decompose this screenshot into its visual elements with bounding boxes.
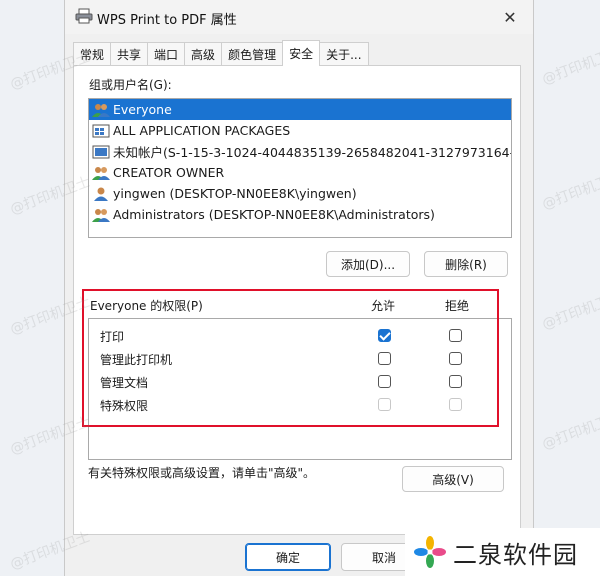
deny-checkbox[interactable] [449, 352, 462, 365]
deny-checkbox [449, 398, 462, 411]
allow-column-label: 允许 [371, 299, 396, 313]
user-name: 未知帐户(S-1-15-3-1024-4044835139-2658482041… [113, 145, 512, 160]
ok-button[interactable]: 确定 [245, 543, 331, 571]
permissions-list: 打印管理此打印机 管理文档特殊权限 [88, 318, 512, 460]
permissions-header: Everyone 的权限(P) 允许 拒绝 [88, 293, 508, 313]
title-bar: WPS Print to PDF 属性 ✕ [65, 0, 533, 34]
permission-name: 管理文档 [100, 376, 149, 390]
user-name: Everyone [113, 102, 172, 117]
user-list-item[interactable]: ALL APPLICATION PACKAGES [89, 120, 511, 141]
allow-checkbox[interactable] [378, 352, 391, 365]
app-packages-icon [92, 124, 110, 137]
user-icon [94, 187, 108, 201]
tab-about[interactable]: 关于... [319, 42, 369, 66]
user-list-item[interactable]: Administrators (DESKTOP-NN0EE8K\Administ… [89, 204, 511, 225]
close-button[interactable]: ✕ [495, 4, 525, 30]
tab-security[interactable]: 安全 [282, 40, 321, 66]
tab-sharing[interactable]: 共享 [110, 42, 149, 66]
security-panel: 组或用户名(G): Everyone ALL APPLICATION PACKAG… [73, 65, 521, 535]
users-icon [92, 208, 110, 222]
pinwheel-logo-icon [414, 536, 446, 568]
allow-checkbox[interactable] [378, 329, 391, 342]
close-icon: ✕ [503, 7, 517, 27]
users-icon [92, 166, 110, 180]
deny-checkbox[interactable] [449, 329, 462, 342]
unknown-account-icon [92, 145, 110, 158]
permission-name: 特殊权限 [100, 399, 149, 413]
user-list-item[interactable]: yingwen (DESKTOP-NN0EE8K\yingwen) [89, 183, 511, 204]
user-list-item[interactable]: Everyone [89, 99, 511, 120]
properties-dialog: WPS Print to PDF 属性 ✕ 常规 共享 端口 高级 颜色管理 安… [64, 0, 534, 576]
groups-label: 组或用户名(G): [89, 78, 172, 92]
allow-checkbox[interactable] [378, 375, 391, 388]
deny-column-label: 拒绝 [445, 299, 470, 313]
user-list-item[interactable]: CREATOR OWNER [89, 162, 511, 183]
user-list-item[interactable]: 未知帐户(S-1-15-3-1024-4044835139-2658482041… [89, 141, 511, 162]
deny-checkbox[interactable] [449, 375, 462, 388]
remove-button[interactable]: 删除(R) [424, 251, 508, 277]
users-icon [92, 103, 110, 117]
brand-name: 二泉软件园 [453, 540, 578, 569]
permission-name: 打印 [100, 330, 125, 344]
permission-row: 管理文档 [89, 372, 511, 392]
tab-ports[interactable]: 端口 [147, 42, 186, 66]
tab-advanced[interactable]: 高级 [184, 42, 223, 66]
advanced-note: 有关特殊权限或高级设置，请单击"高级"。 [88, 466, 316, 480]
tab-color-management[interactable]: 颜色管理 [221, 42, 284, 66]
user-name: yingwen (DESKTOP-NN0EE8K\yingwen) [113, 186, 357, 201]
permission-row: 打印 [89, 326, 511, 346]
tab-general[interactable]: 常规 [73, 42, 112, 66]
permissions-title: Everyone 的权限(P) [90, 299, 203, 313]
printer-icon [75, 8, 93, 24]
permission-row: 管理此打印机 [89, 349, 511, 369]
user-name: Administrators (DESKTOP-NN0EE8K\Administ… [113, 207, 435, 222]
window-title: WPS Print to PDF 属性 [97, 13, 237, 28]
user-list[interactable]: Everyone ALL APPLICATION PACKAGES 未知帐户(S-1… [88, 98, 512, 238]
brand-badge: 二泉软件园 [405, 528, 600, 576]
add-button[interactable]: 添加(D)... [326, 251, 410, 277]
advanced-button[interactable]: 高级(V) [402, 466, 504, 492]
user-name: CREATOR OWNER [113, 165, 225, 180]
permission-row: 特殊权限 [89, 395, 511, 415]
permission-name: 管理此打印机 [100, 353, 173, 367]
user-name: ALL APPLICATION PACKAGES [113, 123, 291, 138]
tab-strip: 常规 共享 端口 高级 颜色管理 安全 关于... [73, 40, 369, 66]
allow-checkbox [378, 398, 391, 411]
